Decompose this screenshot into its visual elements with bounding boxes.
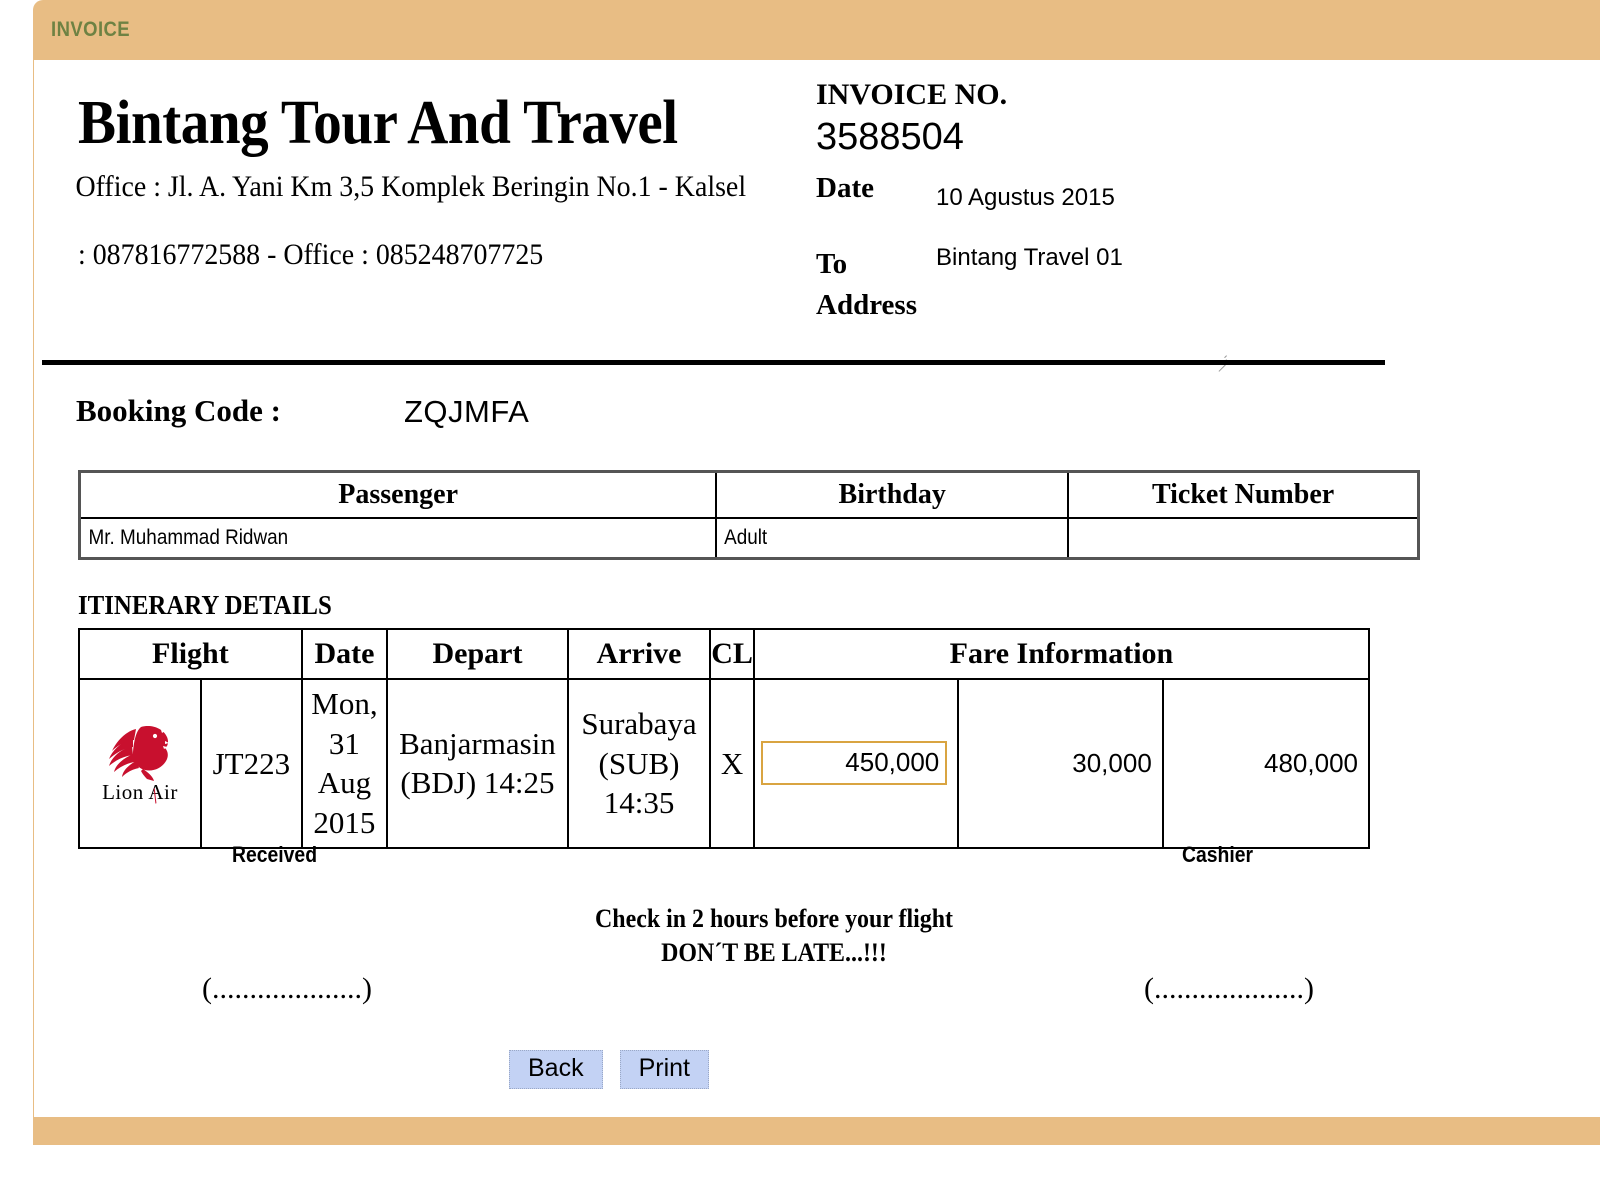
- header-divider: [42, 360, 1385, 365]
- company-address: Office : Jl. A. Yani Km 3,5 Komplek Beri…: [42, 168, 749, 206]
- invoice-number-label: INVOICE NO.: [816, 78, 1008, 111]
- checkin-notice: Check in 2 hours before your flight DON´…: [93, 902, 1455, 970]
- page-root: INVOICE Bintang Tour And Travel Office :…: [0, 0, 1600, 1196]
- itinerary-table: Flight Date Depart Arrive CL Fare Inform…: [78, 628, 1371, 849]
- flight-class-cell: X: [709, 678, 755, 849]
- back-button[interactable]: Back: [509, 1050, 603, 1090]
- fare-total-cell: 480,000: [1161, 678, 1371, 849]
- passenger-table-header-row: Passenger Birthday Ticket Number: [78, 470, 1420, 519]
- lion-air-logo: Lion Air /: [86, 721, 194, 808]
- action-buttons: Back Print: [509, 1050, 709, 1090]
- passenger-name-cell: Mr. Muhammad Ridwan: [78, 517, 654, 560]
- arrive-col-header: Arrive: [566, 628, 712, 680]
- itinerary-section-title: ITINERARY DETAILS: [78, 590, 332, 620]
- invoice-panel: INVOICE Bintang Tour And Travel Office :…: [33, 0, 1600, 1145]
- flight-arrive-cell: Surabaya (SUB) 14:35: [566, 678, 712, 849]
- flight-depart-cell: Banjarmasin (BDJ) 14:25: [386, 678, 569, 849]
- flight-number-cell: JT223: [199, 678, 303, 849]
- booking-code-label: Booking Code :: [76, 393, 281, 428]
- cl-col-header: CL: [709, 628, 755, 680]
- invoice-number-value: 3588504: [816, 116, 964, 158]
- flight-date-cell: Mon, 31 Aug 2015: [300, 678, 389, 849]
- passenger-birthday-cell: Adult: [715, 517, 1034, 560]
- passenger-table: Passenger Birthday Ticket Number Mr. Muh…: [78, 470, 1420, 560]
- to-address-label: To Address: [816, 244, 917, 326]
- lion-air-logo-icon: [108, 725, 169, 781]
- table-row: Lion Air / JT223 Mon, 31 Aug 2015 Banjar…: [78, 678, 1371, 849]
- fare-base-cell: 450,000: [752, 678, 960, 849]
- company-address-line2: Kalsel: [674, 170, 747, 203]
- airline-name: Lion Air /: [102, 779, 178, 808]
- cashier-label: Cashier: [1182, 842, 1254, 867]
- itinerary-header-row: Flight Date Depart Arrive CL Fare Inform…: [78, 628, 1371, 680]
- to-address-label-line2: Address: [816, 289, 917, 322]
- invoice-content: Bintang Tour And Travel Office : Jl. A. …: [34, 60, 1600, 1117]
- ticket-number-col-header: Ticket Number: [1067, 470, 1420, 519]
- received-signature-line: (....................): [202, 972, 372, 1005]
- booking-code-value: ZQJMFA: [404, 394, 530, 429]
- birthday-col-header: Birthday: [715, 470, 1070, 519]
- passenger-col-header: Passenger: [78, 470, 718, 519]
- fare-base-input[interactable]: 450,000: [760, 741, 948, 786]
- company-address-line1: Office : Jl. A. Yani Km 3,5 Komplek Beri…: [75, 170, 668, 203]
- print-button[interactable]: Print: [619, 1050, 709, 1090]
- airline-name-text: Lion Air: [102, 779, 178, 804]
- invoice-date-label: Date: [816, 172, 874, 204]
- panel-title: INVOICE: [51, 18, 131, 41]
- airline-logo-cell: Lion Air /: [78, 678, 202, 849]
- checkin-notice-line1: Check in 2 hours before your flight: [595, 904, 953, 933]
- received-label: Received: [232, 842, 318, 867]
- date-col-header: Date: [300, 628, 389, 680]
- company-name: Bintang Tour And Travel: [78, 89, 678, 157]
- fare-information-col-header: Fare Information: [752, 628, 1371, 680]
- fare-tax-cell: 30,000: [957, 678, 1164, 849]
- flight-col-header: Flight: [78, 628, 303, 680]
- passenger-ticket-number-cell: [1067, 517, 1385, 560]
- cashier-signature-line: (....................): [1144, 972, 1314, 1005]
- to-address-label-line1: To: [816, 248, 848, 280]
- invoice-paper: Bintang Tour And Travel Office : Jl. A. …: [34, 60, 1600, 1117]
- company-phone: : 087816772588 - Office : 085248707725: [78, 238, 544, 271]
- table-row: Mr. Muhammad Ridwan Adult: [78, 517, 1419, 560]
- checkin-notice-line2: DON´T BE LATE...!!!: [661, 937, 887, 967]
- invoice-date-value[interactable]: 10 Agustus 2015: [936, 184, 1115, 212]
- depart-col-header: Depart: [386, 628, 569, 680]
- to-address-value[interactable]: Bintang Travel 01: [936, 244, 1123, 272]
